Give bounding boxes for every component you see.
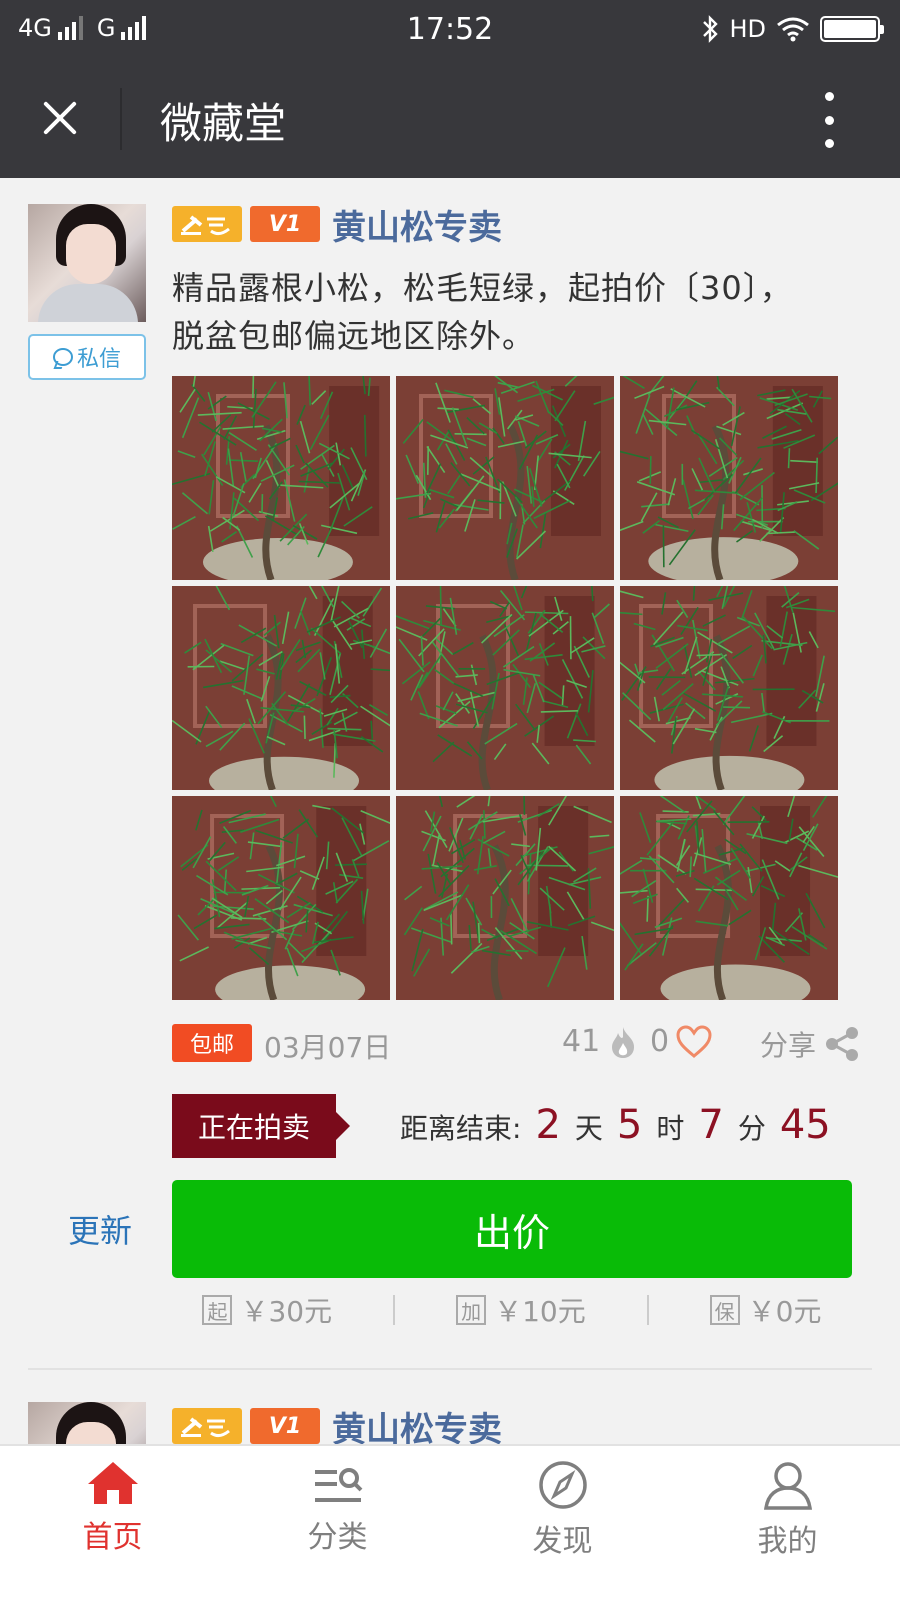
title-divider xyxy=(120,88,122,150)
bid-button[interactable]: 出价 xyxy=(172,1180,852,1278)
post-date: 03月07日 xyxy=(264,1031,392,1064)
views-counter: 41 xyxy=(562,1024,638,1059)
increment-price-value: ￥10元 xyxy=(494,1295,586,1328)
deposit-price-value: ￥0元 xyxy=(747,1295,822,1328)
home-icon xyxy=(87,1462,138,1504)
shop-name[interactable]: 黄山松专卖 xyxy=(332,200,502,249)
avatar[interactable] xyxy=(28,204,146,322)
post-meta: 包邮 03月07日 41 0 分享 xyxy=(172,1020,872,1064)
tab-home[interactable]: 首页 xyxy=(0,1446,225,1600)
refresh-link[interactable]: 更新 xyxy=(68,1206,132,1252)
start-price: 起 ￥30元 xyxy=(202,1290,332,1330)
auction-gavel-icon xyxy=(172,1408,242,1444)
countdown-days: 2 xyxy=(535,1102,561,1148)
bluetooth-icon xyxy=(703,15,719,43)
tab-mine-label: 我的 xyxy=(757,1524,818,1559)
photo-thumbnail[interactable] xyxy=(620,796,838,1000)
tab-discover[interactable]: 发现 xyxy=(450,1446,675,1600)
separator xyxy=(646,1295,649,1325)
wifi-icon xyxy=(777,17,809,42)
free-shipping-badge: 包邮 xyxy=(172,1024,252,1062)
flame-icon xyxy=(612,1026,635,1058)
battery-icon xyxy=(820,16,884,42)
tab-mine[interactable]: 我的 xyxy=(675,1446,900,1600)
start-price-value: ￥30元 xyxy=(240,1295,333,1328)
private-message-button[interactable]: 私信 xyxy=(28,334,146,380)
share-icon xyxy=(826,1027,859,1061)
heart-icon xyxy=(676,1024,712,1058)
photo-thumbnail[interactable] xyxy=(396,376,614,580)
bottom-tab-bar: 首页 分类 发现 我的 xyxy=(0,1444,900,1600)
deposit-price: 保 ￥0元 xyxy=(709,1290,822,1330)
page-title: 微藏堂 xyxy=(160,99,287,148)
hours-unit: 时 xyxy=(656,1112,685,1145)
auction-row: 正在拍卖 距离结束: 2 天 5 时 7 分 45 xyxy=(172,1094,872,1158)
views-count: 41 xyxy=(562,1024,601,1059)
hd-label: HD xyxy=(729,15,766,43)
share-label: 分享 xyxy=(760,1029,817,1062)
start-price-tag: 起 xyxy=(202,1295,233,1325)
like-button[interactable]: 0 xyxy=(650,1024,713,1059)
price-info: 起 ￥30元 加 ￥10元 保 ￥0元 xyxy=(172,1290,852,1330)
countdown-minutes: 7 xyxy=(698,1102,724,1148)
photo-thumbnail[interactable] xyxy=(172,376,390,580)
tab-home-label: 首页 xyxy=(82,1520,143,1555)
photo-thumbnail[interactable] xyxy=(172,586,390,790)
countdown-label: 距离结束: xyxy=(400,1112,522,1145)
chat-icon xyxy=(52,348,73,366)
auction-gavel-icon xyxy=(172,206,242,242)
likes-count: 0 xyxy=(650,1024,670,1059)
increment-price: 加 ￥10元 xyxy=(456,1290,586,1330)
share-button[interactable]: 分享 xyxy=(760,1024,860,1064)
post-divider xyxy=(28,1368,872,1370)
countdown-timer: 距离结束: 2 天 5 时 7 分 45 xyxy=(400,1102,831,1148)
vip-badge: V1 xyxy=(250,206,320,242)
tab-discover-label: 发现 xyxy=(532,1524,593,1559)
title-bar: 微藏堂 xyxy=(0,60,900,178)
photo-gallery xyxy=(172,376,852,1000)
countdown-seconds: 45 xyxy=(779,1102,831,1148)
tab-category-label: 分类 xyxy=(307,1520,368,1555)
compass-icon xyxy=(538,1461,587,1509)
minutes-unit: 分 xyxy=(737,1112,766,1145)
photo-thumbnail[interactable] xyxy=(172,796,390,1000)
auction-status-badge: 正在拍卖 xyxy=(172,1094,350,1158)
photo-thumbnail[interactable] xyxy=(396,586,614,790)
status-right: HD xyxy=(701,14,884,44)
photo-thumbnail[interactable] xyxy=(396,796,614,1000)
status-bar: 4G G 17:52 HD xyxy=(0,0,900,60)
tab-category[interactable]: 分类 xyxy=(225,1446,450,1600)
private-message-label: 私信 xyxy=(76,347,121,372)
deposit-price-tag: 保 xyxy=(709,1295,740,1325)
vip-badge: V1 xyxy=(250,1408,320,1444)
countdown-hours: 5 xyxy=(616,1102,643,1148)
increment-price-tag: 加 xyxy=(456,1295,487,1325)
more-menu-button[interactable] xyxy=(822,92,836,148)
close-button[interactable] xyxy=(30,88,90,148)
post-description: 精品露根小松，松毛短绿，起拍价〔30〕，脱盆包邮偏远地区除外。 xyxy=(172,269,793,355)
days-unit: 天 xyxy=(574,1112,603,1145)
photo-thumbnail[interactable] xyxy=(620,376,838,580)
user-icon xyxy=(763,1462,812,1510)
photo-thumbnail[interactable] xyxy=(620,586,838,790)
category-search-icon xyxy=(314,1468,362,1502)
separator xyxy=(393,1295,396,1325)
